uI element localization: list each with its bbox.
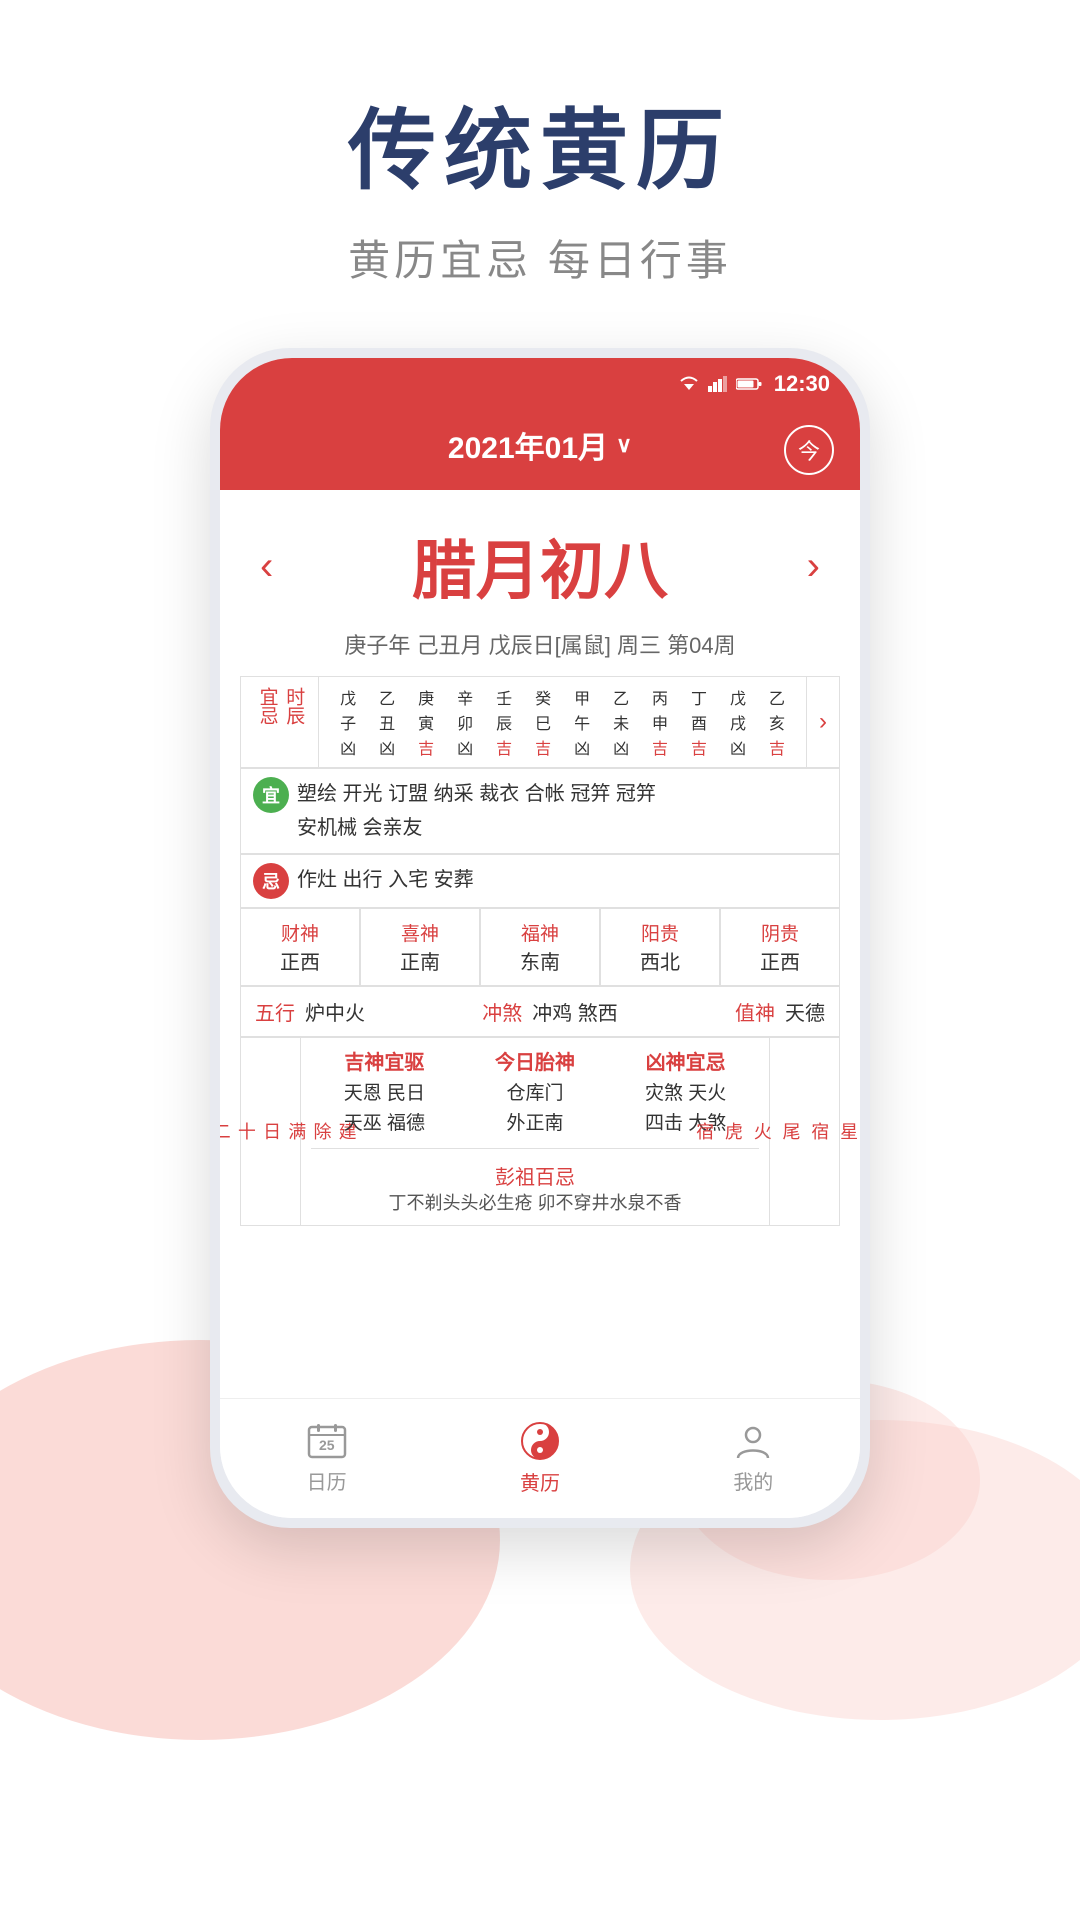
god-fusheng-name: 福神 <box>485 919 595 946</box>
shichen-row: 时辰宜忌 戊乙庚辛壬癸甲乙丙丁戊乙 子丑寅卯辰巳午未申酉戌亥 凶凶吉凶吉吉凶凶吉… <box>241 677 840 768</box>
yinyang-icon <box>520 1421 560 1461</box>
shichen-table: 时辰宜忌 戊乙庚辛壬癸甲乙丙丁戊乙 子丑寅卯辰巳午未申酉戌亥 凶凶吉凶吉吉凶凶吉… <box>240 676 840 768</box>
lunar-day-name: 腊月初八 <box>412 520 668 612</box>
ji-shen-block: 吉神宜驱 天恩 民日天巫 福德 <box>311 1046 458 1140</box>
day-sub-info: 庚子年 己丑月 戊辰日[属鼠] 周三 第04周 <box>240 622 840 676</box>
god-yanggui-name: 阳贵 <box>605 919 715 946</box>
person-icon <box>734 1422 772 1460</box>
zhishen-label: 值神 <box>735 997 775 1026</box>
xiong-shen-title: 凶神宜忌 <box>612 1046 759 1075</box>
peng-zu-title: 彭祖百忌 <box>311 1161 759 1190</box>
chong-value: 冲鸡 煞西 <box>532 997 618 1026</box>
battery-icon <box>736 377 762 391</box>
nav-calendar-label: 日历 <box>307 1466 347 1495</box>
phone-screen: 12:30 2021年01月 ∨ 今 ‹ 腊月初八 › 庚子年 己 <box>220 358 860 1518</box>
xiu-text: 二八星宿尾火虎宿 <box>689 1122 860 1140</box>
god-xisheng-value: 正南 <box>365 946 475 975</box>
god-yingui-name: 阴贵 <box>725 919 835 946</box>
yi-content: 塑绘 开光 订盟 纳采 裁衣 合帐 冠笄 冠笄安机械 会亲友 <box>297 777 827 845</box>
zhishen-value: 天德 <box>785 997 825 1026</box>
god-fusheng-value: 东南 <box>485 946 595 975</box>
god-yingui: 阴贵 正西 <box>720 908 840 986</box>
tai-shen-block: 今日胎神 仓库门外正南 <box>462 1046 609 1140</box>
phone-container: 12:30 2021年01月 ∨ 今 ‹ 腊月初八 › 庚子年 己 <box>0 348 1080 1528</box>
peng-zu-block: 彭祖百忌 丁不剃头头必生疮 卯不穿井水泉不香 <box>311 1148 759 1217</box>
app-month-header: 2021年01月 ∨ 今 <box>220 410 860 490</box>
ji-shen-title: 吉神宜驱 <box>311 1046 458 1075</box>
wuxing-value: 炉中火 <box>305 997 365 1026</box>
xiu-col: 二八星宿尾火虎宿 <box>769 1038 839 1225</box>
wuxing-label: 五行 <box>255 997 295 1026</box>
calendar-icon: 25 <box>307 1422 347 1460</box>
svg-text:25: 25 <box>319 1437 335 1453</box>
status-bar: 12:30 <box>220 358 860 410</box>
god-caisheng-name: 财神 <box>245 919 355 946</box>
nav-mine-label: 我的 <box>733 1466 773 1495</box>
shichen-grid: 戊乙庚辛壬癸甲乙丙丁戊乙 子丑寅卯辰巳午未申酉戌亥 凶凶吉凶吉吉凶凶吉吉凶吉 <box>329 685 796 759</box>
yi-row: 宜 塑绘 开光 订盟 纳采 裁衣 合帐 冠笄 冠笄安机械 会亲友 <box>240 768 840 854</box>
app-subtitle: 黄历宜忌 每日行事 <box>0 227 1080 288</box>
gods-row: 财神 正西 喜神 正南 福神 东南 阳贵 西北 <box>240 908 840 986</box>
dropdown-icon: ∨ <box>616 432 632 458</box>
prev-day-button[interactable]: ‹ <box>260 544 273 589</box>
shichen-more-arrow[interactable]: › <box>819 708 827 735</box>
bottom-nav: 25 日历 黄历 <box>220 1398 860 1518</box>
god-yanggui-value: 西北 <box>605 946 715 975</box>
tai-shen-content: 仓库门外正南 <box>462 1079 609 1140</box>
status-icons <box>678 376 762 392</box>
god-yanggui: 阳贵 西北 <box>600 908 720 986</box>
today-button[interactable]: 今 <box>784 425 834 475</box>
next-day-button[interactable]: › <box>807 544 820 589</box>
day-header: ‹ 腊月初八 › <box>240 490 840 622</box>
main-content: ‹ 腊月初八 › 庚子年 己丑月 戊辰日[属鼠] 周三 第04周 时辰宜忌 <box>220 490 860 1398</box>
jianchu-col: 建除满日十二神 <box>241 1038 301 1225</box>
nav-huangli-label: 黄历 <box>520 1467 560 1496</box>
god-fusheng: 福神 东南 <box>480 908 600 986</box>
nav-item-calendar[interactable]: 25 日历 <box>220 1422 433 1495</box>
nav-item-huangli[interactable]: 黄历 <box>433 1421 646 1496</box>
god-caisheng: 财神 正西 <box>240 908 360 986</box>
app-header-section: 传统黄历 黄历宜忌 每日行事 <box>0 0 1080 328</box>
yi-badge: 宜 <box>253 777 289 813</box>
ji-shen-content: 天恩 民日天巫 福德 <box>311 1079 458 1140</box>
month-display[interactable]: 2021年01月 ∨ <box>448 423 632 467</box>
god-xisheng-name: 喜神 <box>365 919 475 946</box>
nav-item-mine[interactable]: 我的 <box>647 1422 860 1495</box>
tai-shen-title: 今日胎神 <box>462 1046 609 1075</box>
phone-mockup: 12:30 2021年01月 ∨ 今 ‹ 腊月初八 › 庚子年 己 <box>210 348 870 1528</box>
shichen-label: 时辰宜忌 <box>253 687 306 725</box>
wifi-icon <box>678 376 700 392</box>
signal-icon <box>708 376 728 392</box>
app-title: 传统黄历 <box>0 80 1080 207</box>
peng-zu-content: 丁不剃头头必生疮 卯不穿井水泉不香 <box>311 1190 759 1217</box>
month-text: 2021年01月 <box>448 423 608 467</box>
ji-row: 忌 作灶 出行 入宅 安葬 <box>240 854 840 908</box>
ji-content: 作灶 出行 入宅 安葬 <box>297 863 827 897</box>
wuxing-row: 五行 炉中火 冲煞 冲鸡 煞西 值神 天德 <box>240 986 840 1037</box>
god-caisheng-value: 正西 <box>245 946 355 975</box>
god-xisheng: 喜神 正南 <box>360 908 480 986</box>
god-yingui-value: 正西 <box>725 946 835 975</box>
chong-label: 冲煞 <box>482 997 522 1026</box>
ji-badge: 忌 <box>253 863 289 899</box>
bottom-info-section: 建除满日十二神 吉神宜驱 天恩 民日天巫 福德 今日胎神 仓库 <box>240 1037 840 1226</box>
status-time: 12:30 <box>774 371 830 397</box>
